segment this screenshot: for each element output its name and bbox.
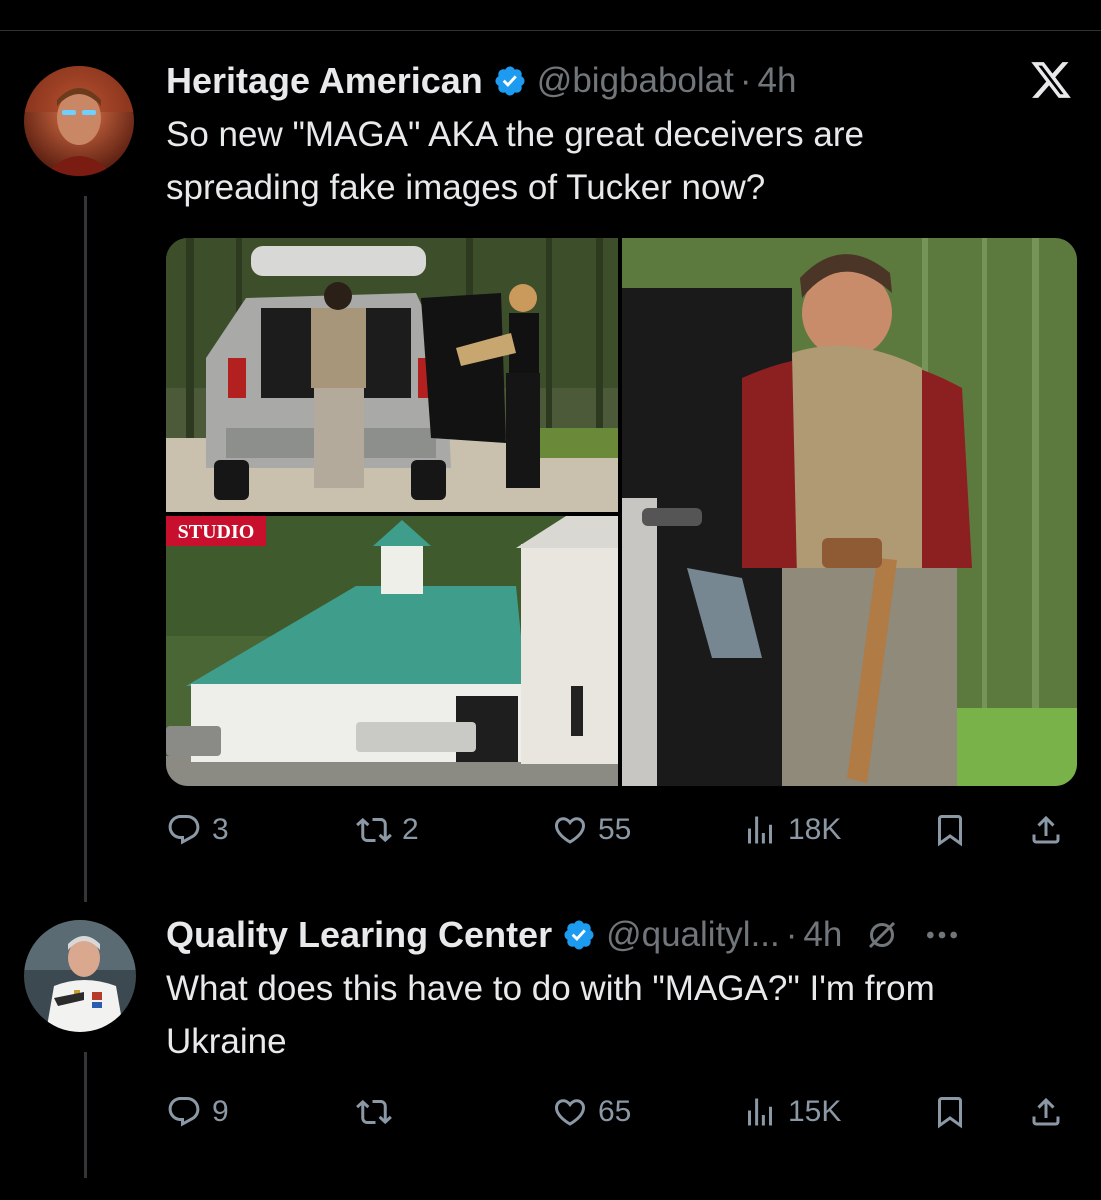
separator: · xyxy=(785,915,798,954)
display-name[interactable]: Quality Learing Center xyxy=(166,914,552,956)
repost-icon xyxy=(356,1099,392,1125)
share-icon xyxy=(1032,815,1060,844)
repost-count: 2 xyxy=(402,813,419,846)
reply-icon xyxy=(168,815,200,845)
repost-button[interactable]: 2 xyxy=(356,812,419,848)
tweet-actions: 3 2 55 18K xyxy=(166,812,1076,852)
views-count: 15K xyxy=(788,1095,842,1128)
handle[interactable]: @qualityl... xyxy=(606,915,780,955)
share-icon xyxy=(1032,1097,1060,1126)
bookmark-icon xyxy=(938,1097,962,1129)
like-button[interactable]: 55 xyxy=(552,812,631,848)
views-count: 18K xyxy=(788,813,842,846)
repost-icon xyxy=(356,817,392,843)
top-divider xyxy=(0,30,1101,31)
display-name[interactable]: Heritage American xyxy=(166,60,483,102)
tweet-header: Heritage American @bigbabolat · 4h xyxy=(166,60,1081,102)
reply-button[interactable]: 3 xyxy=(166,812,229,848)
share-button[interactable] xyxy=(1028,1094,1074,1130)
tweet[interactable]: Heritage American @bigbabolat · 4h So ne… xyxy=(166,60,1081,214)
reply-icon xyxy=(168,1097,200,1127)
photo-car-loading[interactable] xyxy=(166,238,618,512)
photo-man-with-axe[interactable] xyxy=(622,238,1077,786)
tweet[interactable]: Quality Learing Center @qualityl... · 4h… xyxy=(166,914,1081,1068)
media-divider xyxy=(618,238,622,786)
verified-badge-icon xyxy=(495,66,525,96)
thread-line xyxy=(84,196,87,902)
bookmark-icon xyxy=(938,815,962,847)
like-count: 65 xyxy=(598,1095,632,1128)
handle[interactable]: @bigbabolat xyxy=(537,61,734,101)
heart-icon xyxy=(554,1099,586,1126)
like-count: 55 xyxy=(598,813,632,846)
thread-line xyxy=(84,1052,87,1178)
reply-button[interactable]: 9 xyxy=(166,1094,229,1130)
separator: · xyxy=(739,61,752,100)
tweet-header: Quality Learing Center @qualityl... · 4h xyxy=(166,914,1081,956)
timestamp[interactable]: 4h xyxy=(758,61,797,101)
heart-icon xyxy=(554,817,586,844)
photo-building[interactable]: STUDIO xyxy=(166,516,618,786)
studio-label: STUDIO xyxy=(178,521,255,543)
reply-count: 3 xyxy=(212,813,229,846)
verified-badge-icon xyxy=(564,920,594,950)
mute-icon[interactable] xyxy=(864,917,900,953)
share-button[interactable] xyxy=(1028,812,1074,848)
tweet-media[interactable]: STUDIO xyxy=(166,238,1077,786)
views-button[interactable]: 15K xyxy=(742,1094,841,1130)
repost-button[interactable] xyxy=(356,1094,402,1130)
avatar[interactable] xyxy=(24,66,134,176)
tweet-text: So new "MAGA" AKA the great deceivers ar… xyxy=(166,115,864,207)
avatar[interactable] xyxy=(24,920,136,1032)
tweet-actions: 9 65 15K xyxy=(166,1094,1076,1134)
views-button[interactable]: 18K xyxy=(742,812,841,848)
timestamp[interactable]: 4h xyxy=(803,915,842,955)
views-icon xyxy=(748,1098,772,1126)
like-button[interactable]: 65 xyxy=(552,1094,631,1130)
bookmark-button[interactable] xyxy=(932,1094,978,1130)
reply-count: 9 xyxy=(212,1095,229,1128)
views-icon xyxy=(748,816,772,844)
tweet-text: What does this have to do with "MAGA?" I… xyxy=(166,969,935,1061)
more-icon[interactable] xyxy=(922,915,962,955)
bookmark-button[interactable] xyxy=(932,812,978,848)
media-divider xyxy=(166,512,618,516)
